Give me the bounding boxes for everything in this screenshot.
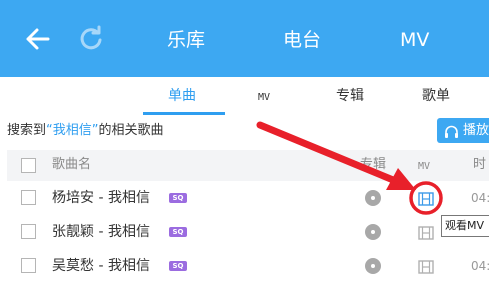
mv-film-icon[interactable] <box>418 225 434 240</box>
column-duration[interactable]: 时 <box>473 157 486 173</box>
mv-film-icon[interactable] <box>418 191 434 206</box>
subtab-single[interactable]: 单曲 <box>168 86 196 106</box>
song-table-header: 歌曲名 专辑 MV 时 <box>7 150 489 181</box>
table-row[interactable]: 张靓颖 - 我相信 SQ 04: <box>7 215 489 249</box>
song-title[interactable]: 杨培安 - 我相信 <box>52 189 150 207</box>
tab-mv[interactable]: MV <box>400 27 429 53</box>
active-tab-indicator <box>143 112 225 115</box>
song-duration: 04: <box>471 259 489 273</box>
column-mv[interactable]: MV <box>418 159 430 175</box>
song-title[interactable]: 张靓颖 - 我相信 <box>52 223 150 241</box>
table-row[interactable]: 杨培安 - 我相信 SQ 04: <box>7 181 489 215</box>
refresh-icon[interactable] <box>76 24 106 54</box>
table-row[interactable]: 吴莫愁 - 我相信 SQ 04: <box>7 249 489 283</box>
column-album[interactable]: 专辑 <box>360 157 386 173</box>
row-checkbox[interactable] <box>21 190 36 205</box>
song-title[interactable]: 吴莫愁 - 我相信 <box>52 257 150 275</box>
search-summary-prefix: 搜索到 <box>7 123 47 138</box>
tab-yueku[interactable]: 乐库 <box>167 27 205 53</box>
album-disc-icon[interactable] <box>365 224 381 240</box>
row-checkbox[interactable] <box>21 258 36 273</box>
tab-diantai[interactable]: 电台 <box>283 27 321 53</box>
play-all-button[interactable]: 播放 <box>437 118 489 143</box>
headphones-icon <box>444 123 459 138</box>
row-checkbox[interactable] <box>21 224 36 239</box>
song-duration: 04: <box>471 191 489 205</box>
mv-film-icon[interactable] <box>418 259 434 274</box>
subtab-mv[interactable]: MV <box>258 88 270 108</box>
search-summary: 搜索到“我相信”的相关歌曲 <box>7 122 164 140</box>
search-keyword: “我相信” <box>46 123 99 138</box>
album-disc-icon[interactable] <box>365 258 381 274</box>
search-summary-suffix: 的相关歌曲 <box>98 123 164 138</box>
sq-quality-badge: SQ <box>169 227 187 237</box>
select-all-checkbox[interactable] <box>21 158 36 173</box>
sq-quality-badge: SQ <box>169 261 187 271</box>
column-song-name[interactable]: 歌曲名 <box>52 157 91 173</box>
watch-mv-tooltip: 观看MV <box>441 215 489 237</box>
top-header: 乐库 电台 MV <box>0 0 489 77</box>
play-all-label: 播放 <box>463 123 489 138</box>
subtab-album[interactable]: 专辑 <box>336 86 364 106</box>
album-disc-icon[interactable] <box>365 190 381 206</box>
result-type-tabs: 单曲 MV 专辑 歌单 <box>0 77 489 117</box>
back-arrow-icon[interactable] <box>24 24 54 54</box>
subtab-playlist[interactable]: 歌单 <box>422 86 450 106</box>
sq-quality-badge: SQ <box>169 193 187 203</box>
